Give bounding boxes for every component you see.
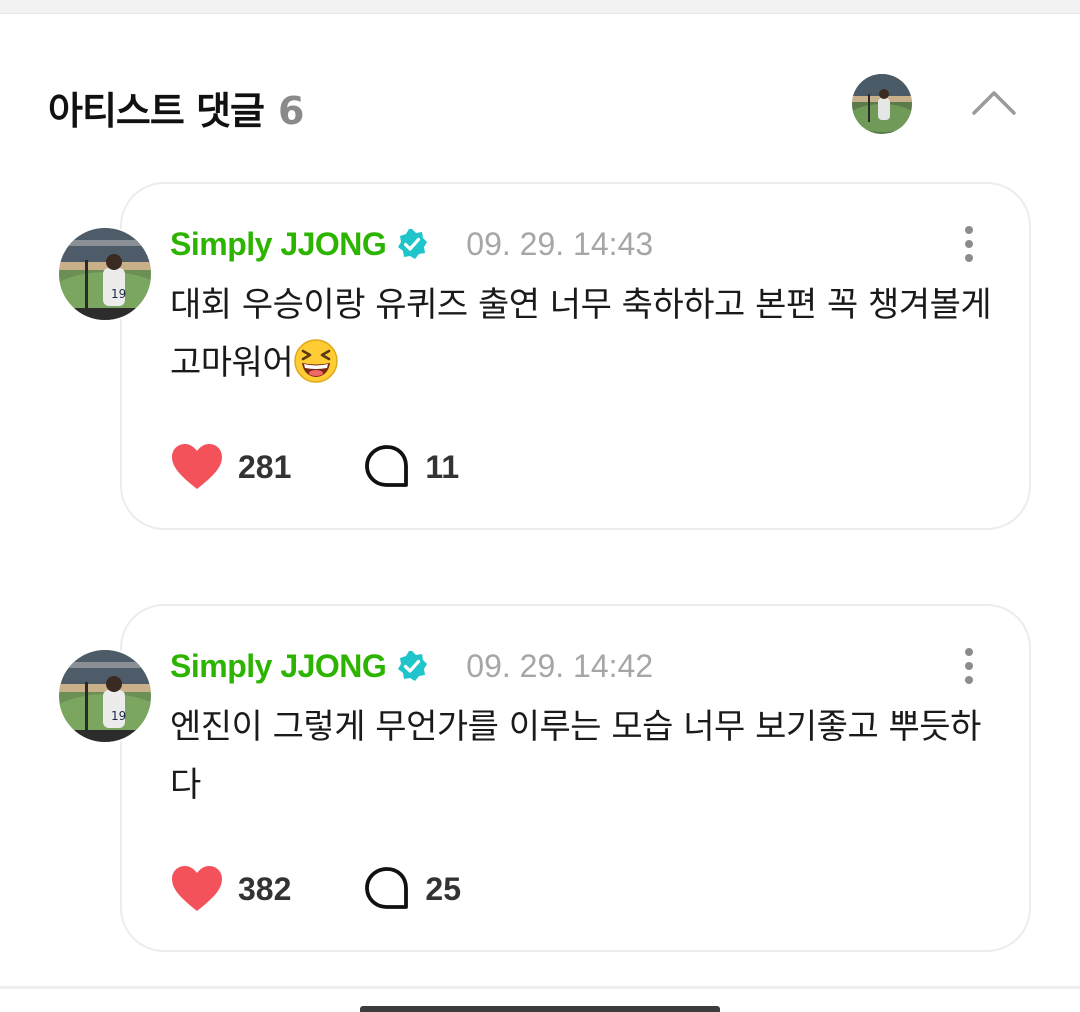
next-section-edge [360, 1006, 720, 1012]
comment-meta: Simply JJONG 09. 29. 14:43 [170, 222, 653, 266]
heart-icon [172, 866, 222, 911]
comment-body: 엔진이 그렇게 무언가를 이루는 모습 너무 보기좋고 뿌듯하다 [170, 707, 981, 805]
svg-text:19: 19 [111, 287, 126, 301]
comment-meta: Simply JJONG 09. 29. 14:42 [170, 644, 653, 688]
comment-text: 엔진이 그렇게 무언가를 이루는 모습 너무 보기좋고 뿌듯하다 [170, 698, 1000, 814]
verified-badge-icon [398, 651, 428, 681]
comment-timestamp: 09. 29. 14:43 [466, 225, 654, 262]
reply-button[interactable]: 11 [363, 443, 459, 491]
reply-count: 25 [425, 870, 461, 907]
comment-author-avatar[interactable]: 19 [57, 226, 153, 322]
heart-icon [172, 444, 222, 489]
artist-comments-header: 아티스트 댓글 6 [0, 60, 1080, 150]
comment-item: Simply JJONG 09. 29. 14:42 엔진이 그렇게 무언가를 … [0, 604, 1080, 954]
author-name[interactable]: Simply JJONG [170, 648, 387, 685]
profile-photo-icon: 19 [59, 228, 151, 320]
artist-avatar[interactable] [852, 74, 912, 134]
comment-actions: 281 11 [170, 442, 459, 492]
profile-photo-icon: 19 [59, 650, 151, 742]
collapse-button[interactable] [966, 78, 1022, 128]
speech-bubble-icon [365, 867, 409, 909]
grinning-squinting-face-icon [294, 339, 338, 383]
svg-text:19: 19 [111, 709, 126, 723]
comment-item: Simply JJONG 09. 29. 14:43 대회 우승이랑 유퀴즈 출… [0, 182, 1080, 532]
verified-badge-icon [398, 229, 428, 259]
like-button[interactable]: 382 [170, 865, 291, 913]
comment-card: Simply JJONG 09. 29. 14:42 엔진이 그렇게 무언가를 … [120, 604, 1031, 952]
profile-photo-icon [852, 74, 912, 134]
comment-text: 대회 우승이랑 유퀴즈 출연 너무 축하하고 본편 꼭 챙겨볼게 고마워어 [170, 276, 1000, 392]
like-count: 281 [238, 448, 292, 485]
top-divider-strip [0, 0, 1080, 14]
chevron-up-icon [972, 91, 1016, 115]
like-count: 382 [238, 870, 292, 907]
section-title: 아티스트 댓글 6 [48, 80, 304, 135]
comment-card: Simply JJONG 09. 29. 14:43 대회 우승이랑 유퀴즈 출… [120, 182, 1031, 530]
section-title-text: 아티스트 댓글 [48, 89, 265, 133]
section-divider [0, 986, 1080, 989]
like-button[interactable]: 281 [170, 443, 291, 491]
reply-count: 11 [425, 448, 460, 485]
more-options-button[interactable] [953, 222, 985, 266]
author-name[interactable]: Simply JJONG [170, 226, 387, 263]
comment-author-avatar[interactable]: 19 [57, 648, 153, 744]
more-options-button[interactable] [953, 644, 985, 688]
comment-actions: 382 25 [170, 864, 461, 914]
comment-timestamp: 09. 29. 14:42 [466, 647, 654, 684]
reply-button[interactable]: 25 [363, 865, 461, 913]
speech-bubble-icon [365, 445, 409, 487]
comment-count: 6 [278, 89, 304, 133]
